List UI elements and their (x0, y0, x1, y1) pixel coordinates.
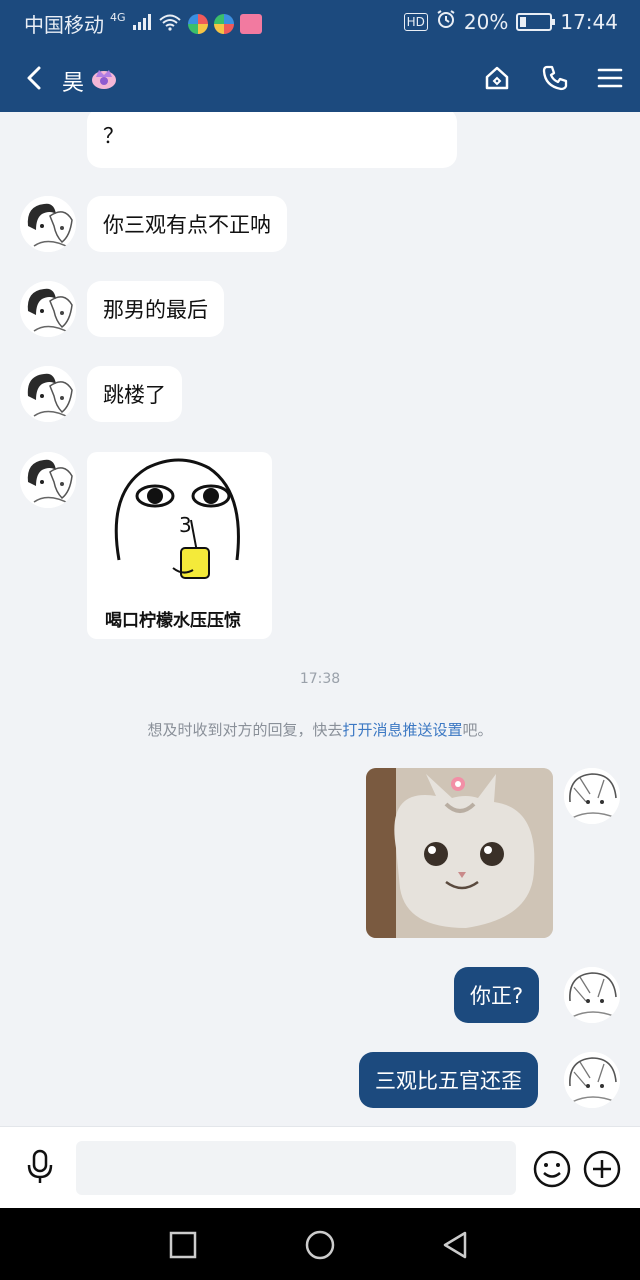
message-text: 跳楼了 (103, 383, 166, 407)
home-nav-button[interactable] (303, 1228, 337, 1262)
contact-avatar[interactable] (20, 281, 76, 337)
network-type: 4G (110, 11, 126, 24)
my-avatar[interactable] (564, 768, 620, 824)
status-left: 中国移动 4G (24, 9, 262, 38)
message-text: 那男的最后 (103, 298, 208, 322)
home-button[interactable] (481, 62, 513, 94)
time-divider: 17:38 (299, 671, 341, 687)
incoming-message[interactable]: 那男的最后 (87, 281, 224, 337)
image-message[interactable] (366, 768, 553, 938)
notice-text: 想及时收到对方的回复，快去 (147, 721, 343, 739)
voice-button[interactable] (20, 1147, 60, 1187)
svg-text:3: 3 (179, 513, 192, 537)
smiley-icon (533, 1150, 571, 1188)
sketch-avatar-image (564, 967, 620, 1023)
contact-name: 昊 (62, 71, 85, 96)
manga-avatar-image (20, 366, 76, 422)
home-icon (485, 66, 509, 90)
contact-avatar[interactable] (20, 366, 76, 422)
back-button[interactable] (18, 62, 50, 94)
plus-circle-icon (583, 1150, 621, 1188)
sticker-caption: 喝口柠檬水压压惊 (105, 611, 241, 631)
message-text: 三观比五官还歪 (375, 1069, 522, 1093)
square-icon (169, 1231, 197, 1259)
battery-icon (516, 12, 556, 31)
menu-button[interactable] (594, 62, 626, 94)
battery-percent: 20% (463, 9, 509, 34)
push-settings-link[interactable]: 打开消息推送设置 (342, 721, 462, 739)
notice-text: 吧。 (462, 721, 493, 739)
contact-title[interactable]: 昊 (62, 65, 118, 97)
message-text: 你三观有点不正呐 (103, 213, 271, 237)
crown-badge-icon (90, 65, 118, 97)
menu-icon (597, 68, 623, 88)
sticker-message[interactable]: 3 喝口柠檬水压压惊 (87, 452, 272, 639)
system-navigation-bar (0, 1208, 640, 1280)
outgoing-message[interactable]: 三观比五官还歪 (359, 1052, 538, 1108)
bilibili-icon (239, 13, 262, 34)
message-input-bar (0, 1126, 640, 1208)
hd-badge: HD (403, 12, 428, 31)
triangle-back-icon (443, 1231, 467, 1259)
my-avatar[interactable] (564, 967, 620, 1023)
message-text: ？ (103, 124, 124, 148)
app-notification-icon (187, 13, 208, 34)
chat-message-list[interactable]: ？ 你三观有点不正呐 那男的最后 跳楼了 3 喝口柠檬水压压惊 17:38 想及… (0, 112, 640, 1126)
manga-avatar-image (20, 281, 76, 337)
incoming-message[interactable]: 跳楼了 (87, 366, 182, 422)
incoming-message[interactable]: ？ (87, 112, 457, 168)
sketch-avatar-image (564, 1052, 620, 1108)
my-avatar[interactable] (564, 1052, 620, 1108)
incoming-message[interactable]: 你三观有点不正呐 (87, 196, 287, 252)
wifi-icon (158, 12, 182, 36)
carrier-label: 中国移动 (24, 13, 104, 37)
message-text-input[interactable] (76, 1141, 516, 1195)
call-button[interactable] (539, 62, 571, 94)
lemon-water-sticker-image: 3 (114, 458, 240, 579)
contact-avatar[interactable] (20, 452, 76, 508)
top-header: 中国移动 4G HD 20% 17:44 昊 (0, 0, 640, 112)
emoji-button[interactable] (532, 1149, 572, 1189)
smiling-cat-image (366, 768, 553, 938)
status-right: HD 20% 17:44 (403, 9, 618, 34)
recents-button[interactable] (166, 1228, 200, 1262)
microphone-icon (27, 1149, 53, 1183)
app-notification-icon (213, 13, 234, 34)
manga-avatar-image (20, 452, 76, 508)
alarm-icon (436, 9, 456, 34)
phone-icon (542, 65, 568, 91)
more-button[interactable] (582, 1149, 622, 1189)
contact-avatar[interactable] (20, 196, 76, 252)
sketch-avatar-image (564, 768, 620, 824)
outgoing-message[interactable]: 你正? (454, 967, 540, 1023)
circle-icon (305, 1230, 335, 1260)
status-bar: 中国移动 4G HD 20% 17:44 (0, 0, 640, 44)
chat-navbar: 昊 (0, 44, 640, 112)
signal-icon (132, 12, 152, 36)
manga-avatar-image (20, 196, 76, 252)
push-notice: 想及时收到对方的回复，快去打开消息推送设置吧。 (0, 719, 640, 740)
back-nav-button[interactable] (438, 1228, 472, 1262)
message-text: 你正? (470, 984, 524, 1008)
back-icon (27, 66, 41, 90)
clock: 17:44 (560, 9, 618, 34)
